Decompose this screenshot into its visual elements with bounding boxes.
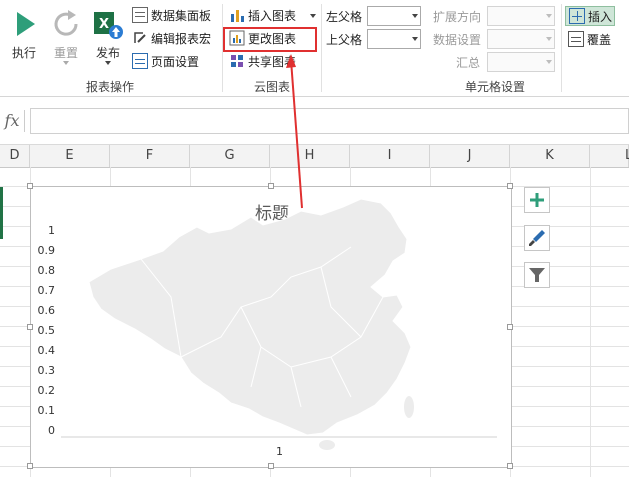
highlight-box bbox=[223, 27, 317, 52]
chart-filter-button[interactable] bbox=[524, 262, 550, 288]
formula-input[interactable] bbox=[30, 108, 629, 134]
top-parent-label: 上父格 bbox=[326, 33, 363, 47]
excel-publish-icon: X bbox=[94, 12, 123, 39]
insert-icon bbox=[569, 8, 585, 24]
execute-label: 执行 bbox=[11, 46, 36, 60]
data-panel-icon bbox=[132, 7, 148, 23]
resize-handle[interactable] bbox=[507, 463, 513, 469]
cell-settings-group-label: 单元格设置 bbox=[464, 80, 525, 94]
insert-chart-button[interactable]: 插入图表 bbox=[229, 6, 316, 26]
expand-direction-select[interactable] bbox=[487, 6, 555, 26]
x-tick-label: 1 bbox=[276, 445, 283, 458]
edit-macro-icon bbox=[132, 30, 148, 46]
column-header-row: D E F G H I J K L bbox=[0, 144, 629, 168]
share-chart-label: 共享图表 bbox=[248, 55, 297, 69]
column-header-l[interactable]: L bbox=[590, 145, 629, 167]
chevron-down-icon bbox=[412, 37, 418, 41]
map-chart[interactable]: 标题 1 0.9 0.8 0.7 0.6 0.5 0.4 0.3 0.2 0.1 0 1 bbox=[27, 183, 513, 469]
data-panel-button[interactable]: 数据集面板 bbox=[132, 6, 211, 26]
chart-elements-button[interactable] bbox=[524, 187, 550, 213]
reset-label: 重置 bbox=[53, 46, 78, 60]
function-icon[interactable]: fx bbox=[0, 106, 24, 136]
resize-handle[interactable] bbox=[507, 324, 513, 330]
insert-label: 插入 bbox=[588, 10, 613, 24]
expand-direction-label: 扩展方向 bbox=[433, 10, 482, 24]
edit-macro-button[interactable]: 编辑报表宏 bbox=[132, 29, 211, 49]
page-setup-button[interactable]: 页面设置 bbox=[132, 52, 199, 72]
share-chart-icon bbox=[229, 53, 245, 69]
formula-divider bbox=[24, 110, 25, 132]
group-divider bbox=[321, 4, 322, 92]
paintbrush-icon bbox=[529, 230, 545, 246]
left-parent-select[interactable] bbox=[367, 6, 421, 26]
chevron-down-icon bbox=[412, 14, 418, 18]
grid-line bbox=[590, 167, 591, 477]
taiwan-shape bbox=[404, 396, 414, 418]
ribbon: 执行 重置 X 发布 数据集面板 编辑报表宏 页面设置 报表操作 插入图表 更改… bbox=[0, 0, 629, 97]
hainan-shape bbox=[319, 440, 335, 450]
chevron-down-icon bbox=[546, 14, 552, 18]
overwrite-mode-button[interactable]: 覆盖 bbox=[568, 30, 611, 50]
insert-chart-label: 插入图表 bbox=[248, 9, 297, 23]
resize-handle[interactable] bbox=[27, 463, 33, 469]
resize-handle[interactable] bbox=[268, 183, 274, 189]
execute-button[interactable]: 执行 bbox=[4, 4, 44, 70]
column-header-h[interactable]: H bbox=[270, 145, 350, 167]
publish-dropdown-icon bbox=[105, 61, 111, 65]
page-setup-icon bbox=[132, 53, 148, 69]
chevron-down-icon bbox=[546, 37, 552, 41]
resize-handle[interactable] bbox=[507, 183, 513, 189]
insert-mode-button[interactable]: 插入 bbox=[565, 6, 615, 26]
publish-label: 发布 bbox=[95, 46, 120, 60]
share-chart-button[interactable]: 共享图表 bbox=[229, 52, 296, 72]
data-setting-label: 数据设置 bbox=[433, 33, 482, 47]
summary-label: 汇总 bbox=[456, 56, 481, 70]
edit-macro-label: 编辑报表宏 bbox=[151, 32, 212, 46]
column-header-i[interactable]: I bbox=[350, 145, 430, 167]
chevron-down-icon bbox=[546, 60, 552, 64]
reset-button[interactable]: 重置 bbox=[46, 4, 86, 70]
map-region-shape bbox=[88, 198, 412, 436]
overwrite-icon bbox=[568, 31, 584, 47]
filter-icon bbox=[529, 268, 545, 282]
column-header-f[interactable]: F bbox=[110, 145, 190, 167]
resize-handle[interactable] bbox=[27, 324, 33, 330]
resize-handle[interactable] bbox=[268, 463, 274, 469]
report-ops-group-label: 报表操作 bbox=[85, 80, 134, 94]
refresh-icon bbox=[54, 10, 78, 36]
summary-select[interactable] bbox=[487, 52, 555, 72]
resize-handle[interactable] bbox=[27, 183, 33, 189]
reset-dropdown-icon bbox=[63, 61, 69, 65]
left-parent-label: 左父格 bbox=[326, 10, 363, 24]
group-divider bbox=[561, 4, 562, 92]
column-header-d[interactable]: D bbox=[0, 145, 30, 167]
column-header-k[interactable]: K bbox=[510, 145, 590, 167]
overwrite-label: 覆盖 bbox=[587, 33, 612, 47]
insert-chart-dropdown-icon bbox=[309, 14, 316, 18]
china-map bbox=[61, 198, 497, 450]
column-header-g[interactable]: G bbox=[190, 145, 270, 167]
data-panel-label: 数据集面板 bbox=[151, 9, 212, 23]
column-header-j[interactable]: J bbox=[430, 145, 510, 167]
play-icon bbox=[17, 12, 35, 36]
bar-chart-icon bbox=[229, 7, 245, 23]
page-setup-label: 页面设置 bbox=[151, 55, 200, 69]
svg-text:X: X bbox=[99, 17, 109, 32]
chart-styles-button[interactable] bbox=[524, 225, 550, 251]
selected-cell-marker bbox=[0, 187, 3, 239]
publish-button[interactable]: X 发布 bbox=[88, 4, 128, 70]
column-header-e[interactable]: E bbox=[30, 145, 110, 167]
cloud-chart-group-label: 云图表 bbox=[253, 80, 290, 94]
plus-icon bbox=[530, 193, 544, 207]
data-setting-select[interactable] bbox=[487, 29, 555, 49]
top-parent-select[interactable] bbox=[367, 29, 421, 49]
